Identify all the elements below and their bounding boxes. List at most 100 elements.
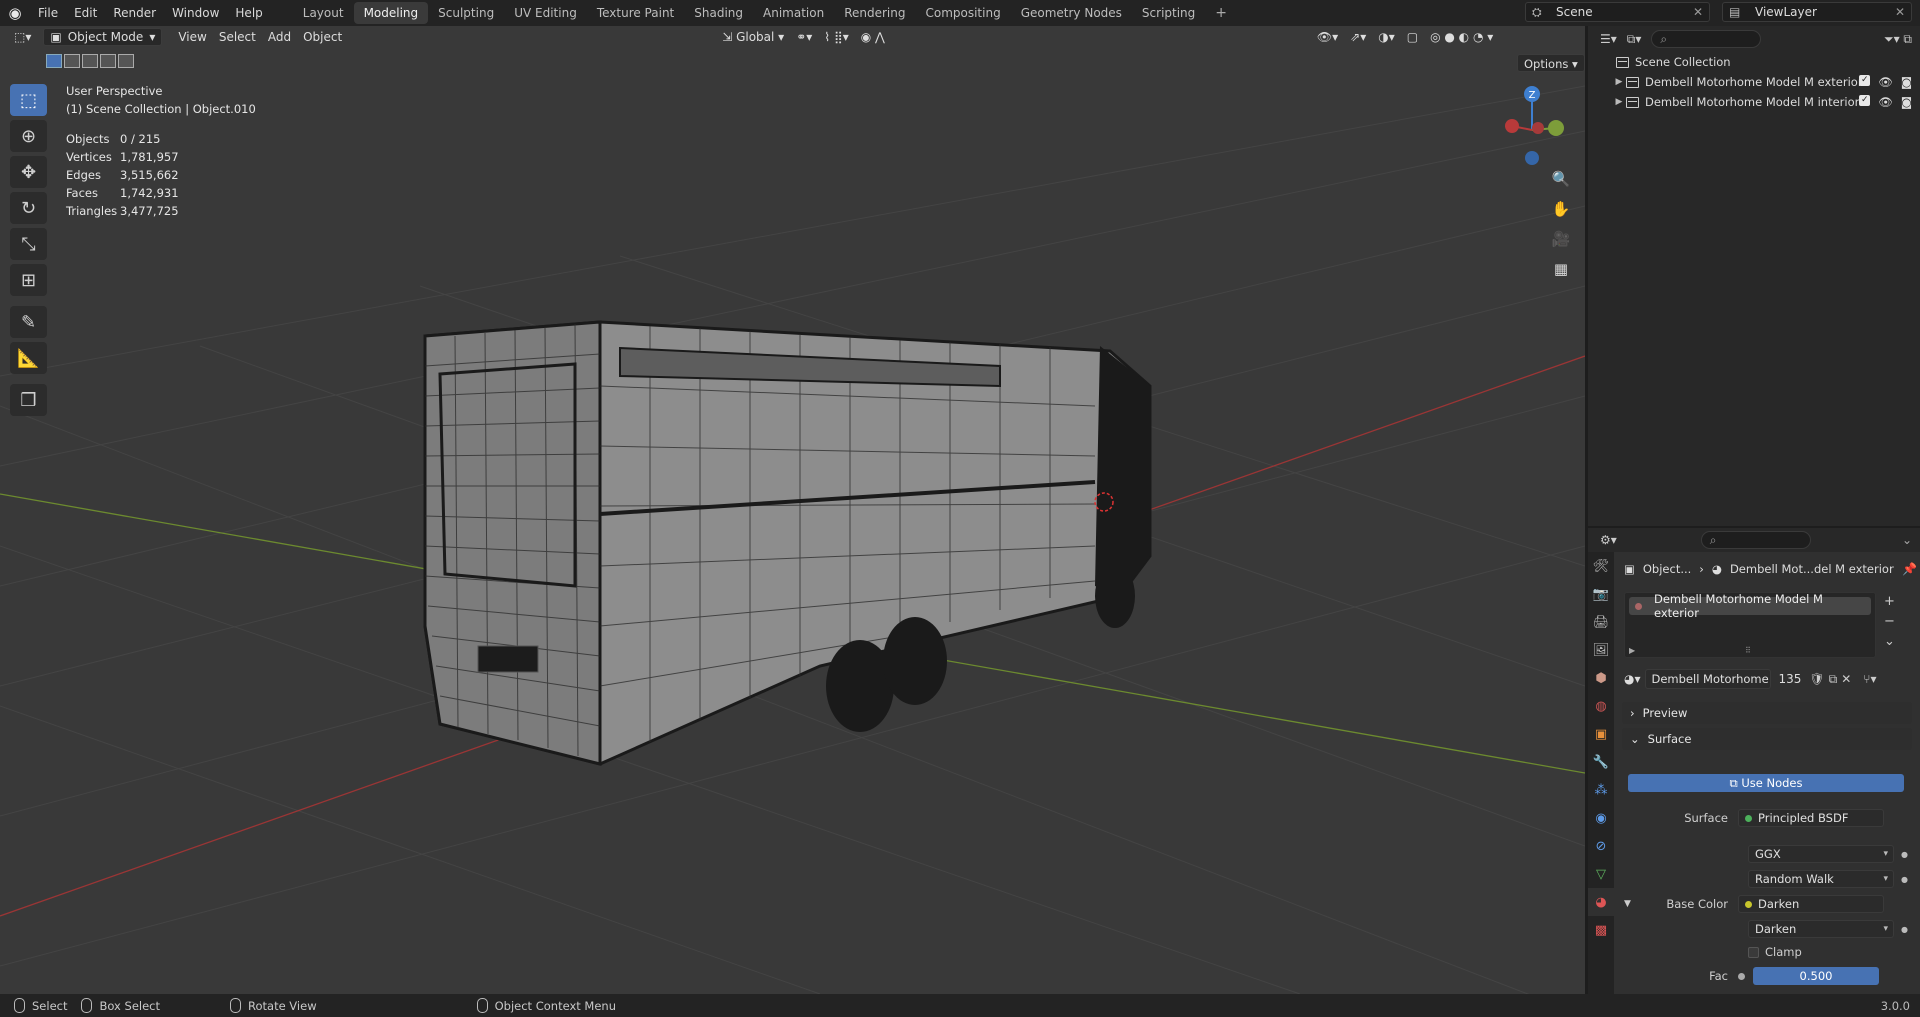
surface-shader-field[interactable]: Principled BSDF xyxy=(1738,809,1884,827)
render-tab-icon[interactable]: 📷 xyxy=(1588,580,1614,608)
menu-file[interactable]: File xyxy=(30,6,66,20)
tool-tab-icon[interactable]: 🛠 xyxy=(1588,552,1614,580)
tab-uv-editing[interactable]: UV Editing xyxy=(504,2,587,24)
select-subtract-icon[interactable] xyxy=(82,54,98,68)
annotate-tool-icon[interactable]: ✎ xyxy=(10,306,47,338)
pin-icon[interactable]: 📌 xyxy=(1902,562,1917,576)
menu-edit[interactable]: Edit xyxy=(66,6,105,20)
zoom-icon[interactable]: 🔍 xyxy=(1548,166,1574,192)
select-invert-icon[interactable] xyxy=(100,54,116,68)
visibility-icon[interactable]: 👁▾ xyxy=(1311,28,1344,46)
overlay-toggle-icon[interactable]: ◑▾ xyxy=(1372,28,1401,46)
base-color-link-field[interactable]: Darken xyxy=(1738,895,1884,913)
material-tab-icon[interactable]: ◕ xyxy=(1588,888,1614,916)
select-new-icon[interactable] xyxy=(46,54,62,68)
chevron-down-icon[interactable]: ⌄ xyxy=(1902,533,1912,547)
options-dropdown[interactable]: Options ▾ xyxy=(1517,54,1585,72)
shading-modes[interactable]: ◎ ● ◐ ◔ ▾ xyxy=(1424,28,1499,46)
close-icon[interactable]: ✕ xyxy=(1895,5,1905,19)
particles-tab-icon[interactable]: ⁂ xyxy=(1588,776,1614,804)
pivot-icon[interactable]: ⚭▾ xyxy=(790,28,818,46)
expand-arrow-icon[interactable]: ▼ xyxy=(1624,899,1631,909)
keyframe-dot-icon[interactable]: ● xyxy=(1901,875,1908,884)
tab-compositing[interactable]: Compositing xyxy=(915,2,1010,24)
constraints-tab-icon[interactable]: ⊘ xyxy=(1588,832,1614,860)
world-tab-icon[interactable]: ◍ xyxy=(1588,692,1614,720)
scale-tool-icon[interactable]: ⤡ xyxy=(10,228,47,260)
tab-scripting[interactable]: Scripting xyxy=(1132,2,1205,24)
material-slot[interactable]: Dembell Motorhome Model M exterior xyxy=(1629,592,1871,620)
display-mode-icon[interactable]: ☰▾ xyxy=(1600,32,1617,46)
close-icon[interactable]: ✕ xyxy=(1693,5,1703,19)
remove-slot-button[interactable]: − xyxy=(1884,612,1895,632)
filter-mode-icon[interactable]: ⧉▾ xyxy=(1627,32,1642,47)
outliner-row-scene-collection[interactable]: Scene Collection xyxy=(1588,52,1920,72)
menu-help[interactable]: Help xyxy=(227,6,270,20)
tab-shading[interactable]: Shading xyxy=(684,2,753,24)
modifier-tab-icon[interactable]: 🔧 xyxy=(1588,748,1614,776)
transform-tool-icon[interactable]: ⊞ xyxy=(10,264,47,296)
select-intersect-icon[interactable] xyxy=(118,54,134,68)
add-workspace-button[interactable]: + xyxy=(1205,2,1237,24)
keyframe-dot-icon[interactable]: ● xyxy=(1901,850,1908,859)
camera-icon[interactable]: 🎥 xyxy=(1548,226,1574,252)
fac-slider[interactable]: 0.500 xyxy=(1753,967,1879,985)
checkbox-icon[interactable]: ✓ xyxy=(1859,95,1871,106)
expand-arrow-icon[interactable]: ▶ xyxy=(1612,97,1626,107)
menu-object[interactable]: Object xyxy=(297,28,348,46)
physics-tab-icon[interactable]: ◉ xyxy=(1588,804,1614,832)
tab-modeling[interactable]: Modeling xyxy=(353,2,429,24)
material-name-field[interactable]: Dembell Motorhome ... xyxy=(1644,669,1771,689)
menu-window[interactable]: Window xyxy=(164,6,227,20)
keyframe-dot-icon[interactable]: ● xyxy=(1901,925,1908,934)
object-tab-icon[interactable]: ▣ xyxy=(1588,720,1614,748)
outliner-row-interior[interactable]: ▶ Dembell Motorhome Model M interior ✓ 👁 ◙ xyxy=(1588,92,1920,112)
tab-animation[interactable]: Animation xyxy=(753,2,834,24)
subsurface-dropdown[interactable]: Random Walk ▾ xyxy=(1748,870,1894,888)
blender-logo-icon[interactable]: ◉ xyxy=(0,0,30,26)
node-tree-icon[interactable]: ⑂▾ xyxy=(1863,672,1876,686)
cursor-tool-icon[interactable]: ⊕ xyxy=(10,120,47,152)
render-camera-icon[interactable]: ◙ xyxy=(1901,75,1912,89)
surface-panel-header[interactable]: ⌄ Surface xyxy=(1622,728,1912,750)
tab-sculpting[interactable]: Sculpting xyxy=(428,2,504,24)
filter-icon[interactable]: ⏷▾ ⧉ xyxy=(1884,32,1912,47)
clamp-checkbox[interactable] xyxy=(1748,946,1759,958)
add-slot-button[interactable]: + xyxy=(1884,592,1895,612)
view-layer-tab-icon[interactable]: 🖼 xyxy=(1588,636,1614,664)
menu-view[interactable]: View xyxy=(172,28,212,46)
add-cube-tool-icon[interactable]: ❒ xyxy=(10,384,47,416)
proportional-edit-icon[interactable]: ◉ ⋀ xyxy=(855,28,891,46)
editor-type-icon[interactable]: ⬚▾ xyxy=(8,28,37,46)
tab-layout[interactable]: Layout xyxy=(293,2,354,24)
tab-rendering[interactable]: Rendering xyxy=(834,2,915,24)
view-layer-selector[interactable]: ▤ ViewLayer ✕ xyxy=(1722,2,1912,22)
editor-type-icon[interactable]: ⚙▾ xyxy=(1600,533,1617,547)
snap-icon[interactable]: ⌇ ⣿▾ xyxy=(818,28,855,46)
select-extend-icon[interactable] xyxy=(64,54,80,68)
checkbox-icon[interactable]: ✓ xyxy=(1859,75,1871,86)
expand-arrow-icon[interactable]: ▶ xyxy=(1612,77,1626,87)
select-box-tool-icon[interactable]: ⬚ xyxy=(10,84,47,116)
xray-icon[interactable]: ▢ xyxy=(1401,28,1424,46)
distribution-dropdown[interactable]: GGX ▾ xyxy=(1748,845,1894,863)
outliner-search-input[interactable]: ⌕ xyxy=(1651,30,1762,48)
3d-viewport[interactable]: Z ⬚▾ ▣ Object Mode ▾ View Select Add Obj… xyxy=(0,26,1585,994)
menu-select[interactable]: Select xyxy=(213,28,262,46)
fake-user-icon[interactable]: 🛡 xyxy=(1809,672,1824,686)
gizmo-toggle-icon[interactable]: ⇗▾ xyxy=(1344,28,1372,46)
eye-icon[interactable]: 👁 xyxy=(1878,95,1893,109)
mode-dropdown[interactable]: ▣ Object Mode ▾ xyxy=(43,28,163,46)
blend-mode-dropdown[interactable]: Darken ▾ xyxy=(1748,920,1894,938)
material-browse-icon[interactable]: ◕▾ xyxy=(1624,672,1641,686)
properties-search-input[interactable]: ⌕ xyxy=(1700,531,1811,549)
duplicate-icon[interactable]: ⧉ xyxy=(1829,672,1838,687)
rotate-tool-icon[interactable]: ↻ xyxy=(10,192,47,224)
output-tab-icon[interactable]: 🖨 xyxy=(1588,608,1614,636)
preview-panel-header[interactable]: › Preview xyxy=(1622,702,1912,724)
data-tab-icon[interactable]: ▽ xyxy=(1588,860,1614,888)
unlink-icon[interactable]: ✕ xyxy=(1841,672,1851,686)
scene-selector[interactable]: ⛭ Scene ✕ xyxy=(1525,2,1710,22)
texture-tab-icon[interactable]: ▩ xyxy=(1588,916,1614,944)
eye-icon[interactable]: 👁 xyxy=(1878,75,1893,89)
